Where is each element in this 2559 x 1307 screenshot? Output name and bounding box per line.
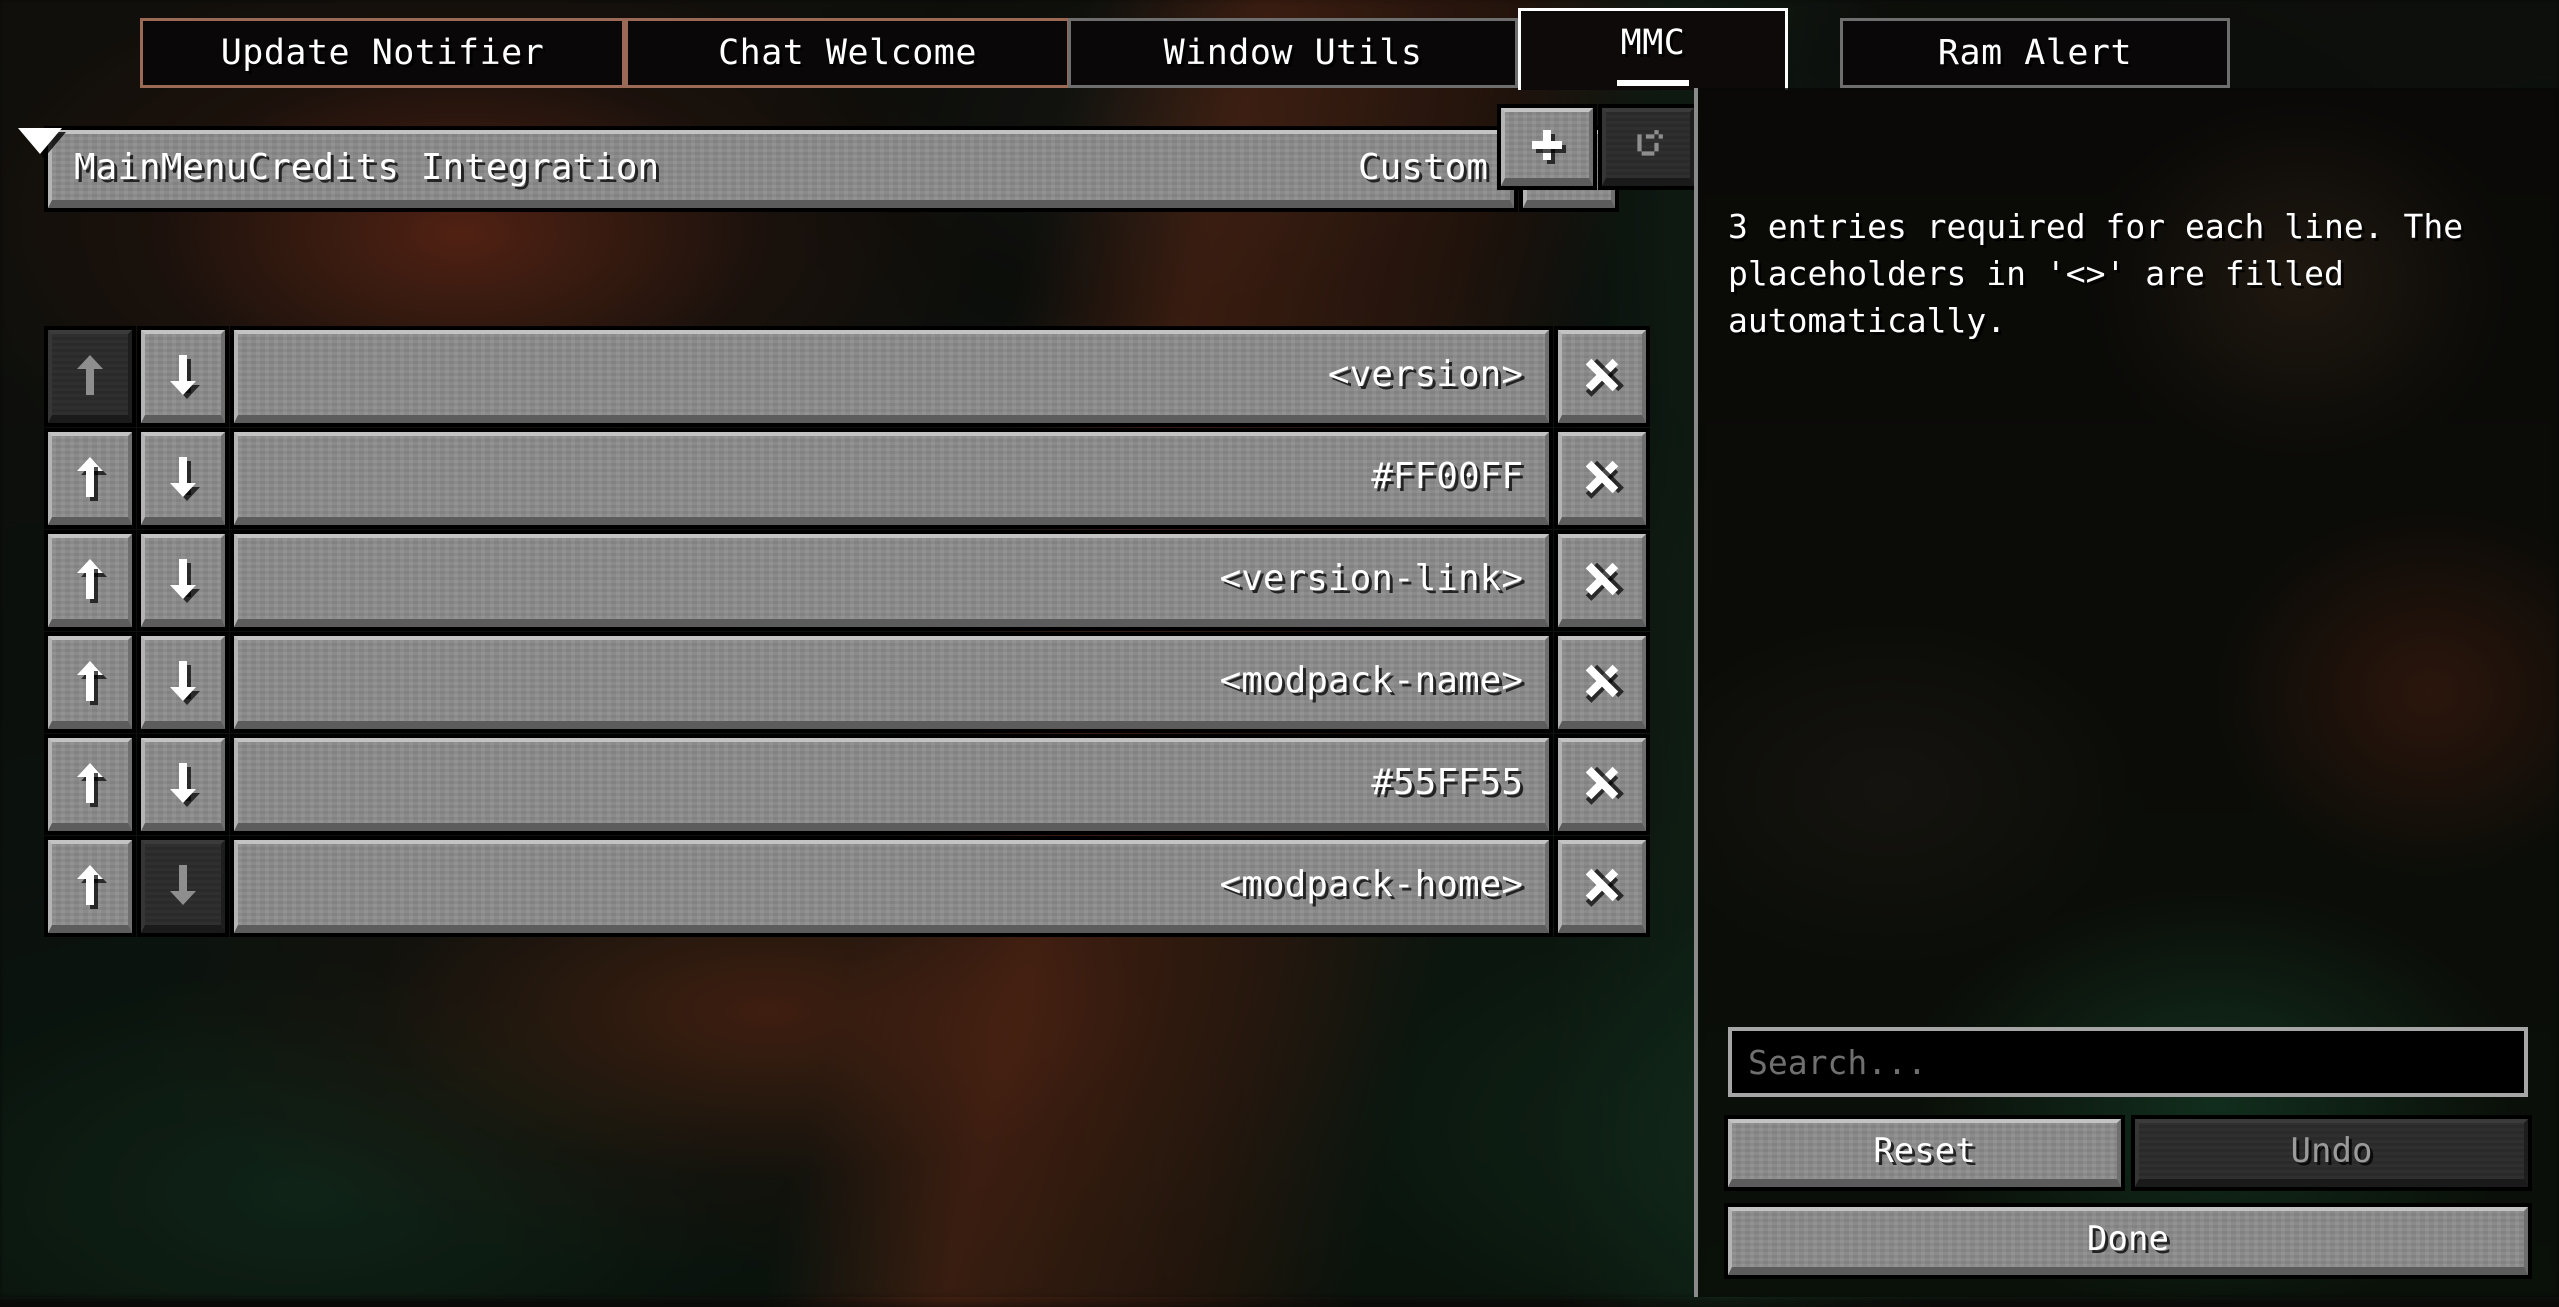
arrow-down-icon (170, 355, 196, 395)
tab-mmc[interactable]: MMC (1518, 8, 1788, 90)
close-icon (1585, 664, 1619, 698)
delete-entry-button[interactable] (1558, 840, 1646, 933)
config-entry-header-button[interactable]: MainMenuCredits Integration Custom (48, 130, 1514, 208)
reset-circular-arrow-icon (1631, 128, 1665, 162)
tab-label: Chat Welcome (718, 33, 977, 73)
tab-chat-welcome[interactable]: Chat Welcome (625, 18, 1070, 88)
delete-entry-button[interactable] (1558, 636, 1646, 729)
tab-label: Ram Alert (1938, 33, 2132, 73)
delete-entry-button[interactable] (1558, 330, 1646, 423)
tab-window-utils[interactable]: Window Utils (1068, 18, 1518, 88)
arrow-down-icon (170, 865, 196, 905)
caret-down-icon[interactable] (18, 128, 62, 154)
move-down-button[interactable] (141, 432, 225, 525)
arrow-up-icon (77, 355, 103, 395)
config-entry-value: Custom (1358, 147, 1488, 188)
undo-button: Undo (2135, 1119, 2528, 1187)
move-down-button (141, 840, 225, 933)
config-panel: MainMenuCredits Integration Custom (0, 108, 1694, 1297)
tab-active-underline (1617, 80, 1689, 86)
arrow-up-icon (77, 763, 103, 803)
entry-value-field[interactable]: <version> (234, 330, 1549, 423)
table-row: #FF00FF (48, 432, 1646, 525)
arrow-up-icon (77, 559, 103, 599)
search-placeholder: Search... (1748, 1043, 1927, 1082)
table-row: <modpack-name> (48, 636, 1646, 729)
move-down-button[interactable] (141, 636, 225, 729)
move-down-button[interactable] (141, 534, 225, 627)
config-entry-list: <version> #FF00FF <version-l (48, 330, 1646, 942)
tab-label: Window Utils (1164, 33, 1423, 73)
entry-value-field[interactable]: #FF00FF (234, 432, 1549, 525)
reset-button[interactable]: Reset (1728, 1119, 2121, 1187)
move-up-button[interactable] (48, 432, 132, 525)
arrow-down-icon (170, 559, 196, 599)
arrow-down-icon (170, 763, 196, 803)
entry-value-field[interactable]: #55FF55 (234, 738, 1549, 831)
config-header-row: MainMenuCredits Integration Custom (48, 130, 1615, 208)
move-up-button[interactable] (48, 738, 132, 831)
table-row: #55FF55 (48, 738, 1646, 831)
table-row: <version-link> (48, 534, 1646, 627)
move-down-button[interactable] (141, 330, 225, 423)
delete-entry-button[interactable] (1558, 432, 1646, 525)
close-icon (1585, 358, 1619, 392)
side-panel: 3 entries required for each line. The pl… (1694, 88, 2559, 1297)
footer-button-row: Reset Undo (1728, 1119, 2528, 1187)
table-row: <version> (48, 330, 1646, 423)
move-up-button[interactable] (48, 840, 132, 933)
list-toolbar-buttons (1492, 108, 1694, 186)
table-row: <modpack-home> (48, 840, 1646, 933)
close-icon (1585, 766, 1619, 800)
tab-ram-alert[interactable]: Ram Alert (1840, 18, 2230, 88)
tab-label: MMC (1621, 23, 1686, 63)
done-button[interactable]: Done (1728, 1207, 2528, 1275)
entry-value-field[interactable]: <modpack-home> (234, 840, 1549, 933)
arrow-down-icon (170, 457, 196, 497)
plus-icon (1532, 130, 1562, 160)
arrow-up-icon (77, 661, 103, 701)
arrow-up-icon (77, 865, 103, 905)
arrow-up-icon (77, 457, 103, 497)
entry-value-field[interactable]: <version-link> (234, 534, 1549, 627)
search-input[interactable]: Search... (1728, 1027, 2528, 1097)
close-icon (1585, 460, 1619, 494)
move-up-button[interactable] (48, 534, 132, 627)
add-entry-button[interactable] (1501, 108, 1593, 186)
move-up-button (48, 330, 132, 423)
list-reset-button (1602, 108, 1694, 186)
delete-entry-button[interactable] (1558, 534, 1646, 627)
tab-label: Update Notifier (221, 33, 545, 73)
close-icon (1585, 868, 1619, 902)
config-entry-name: MainMenuCredits Integration (74, 147, 659, 188)
tab-update-notifier[interactable]: Update Notifier (140, 18, 625, 88)
move-down-button[interactable] (141, 738, 225, 831)
move-up-button[interactable] (48, 636, 132, 729)
entry-value-field[interactable]: <modpack-name> (234, 636, 1549, 729)
arrow-down-icon (170, 661, 196, 701)
close-icon (1585, 562, 1619, 596)
entry-description-text: 3 entries required for each line. The pl… (1728, 204, 2528, 345)
delete-entry-button[interactable] (1558, 738, 1646, 831)
